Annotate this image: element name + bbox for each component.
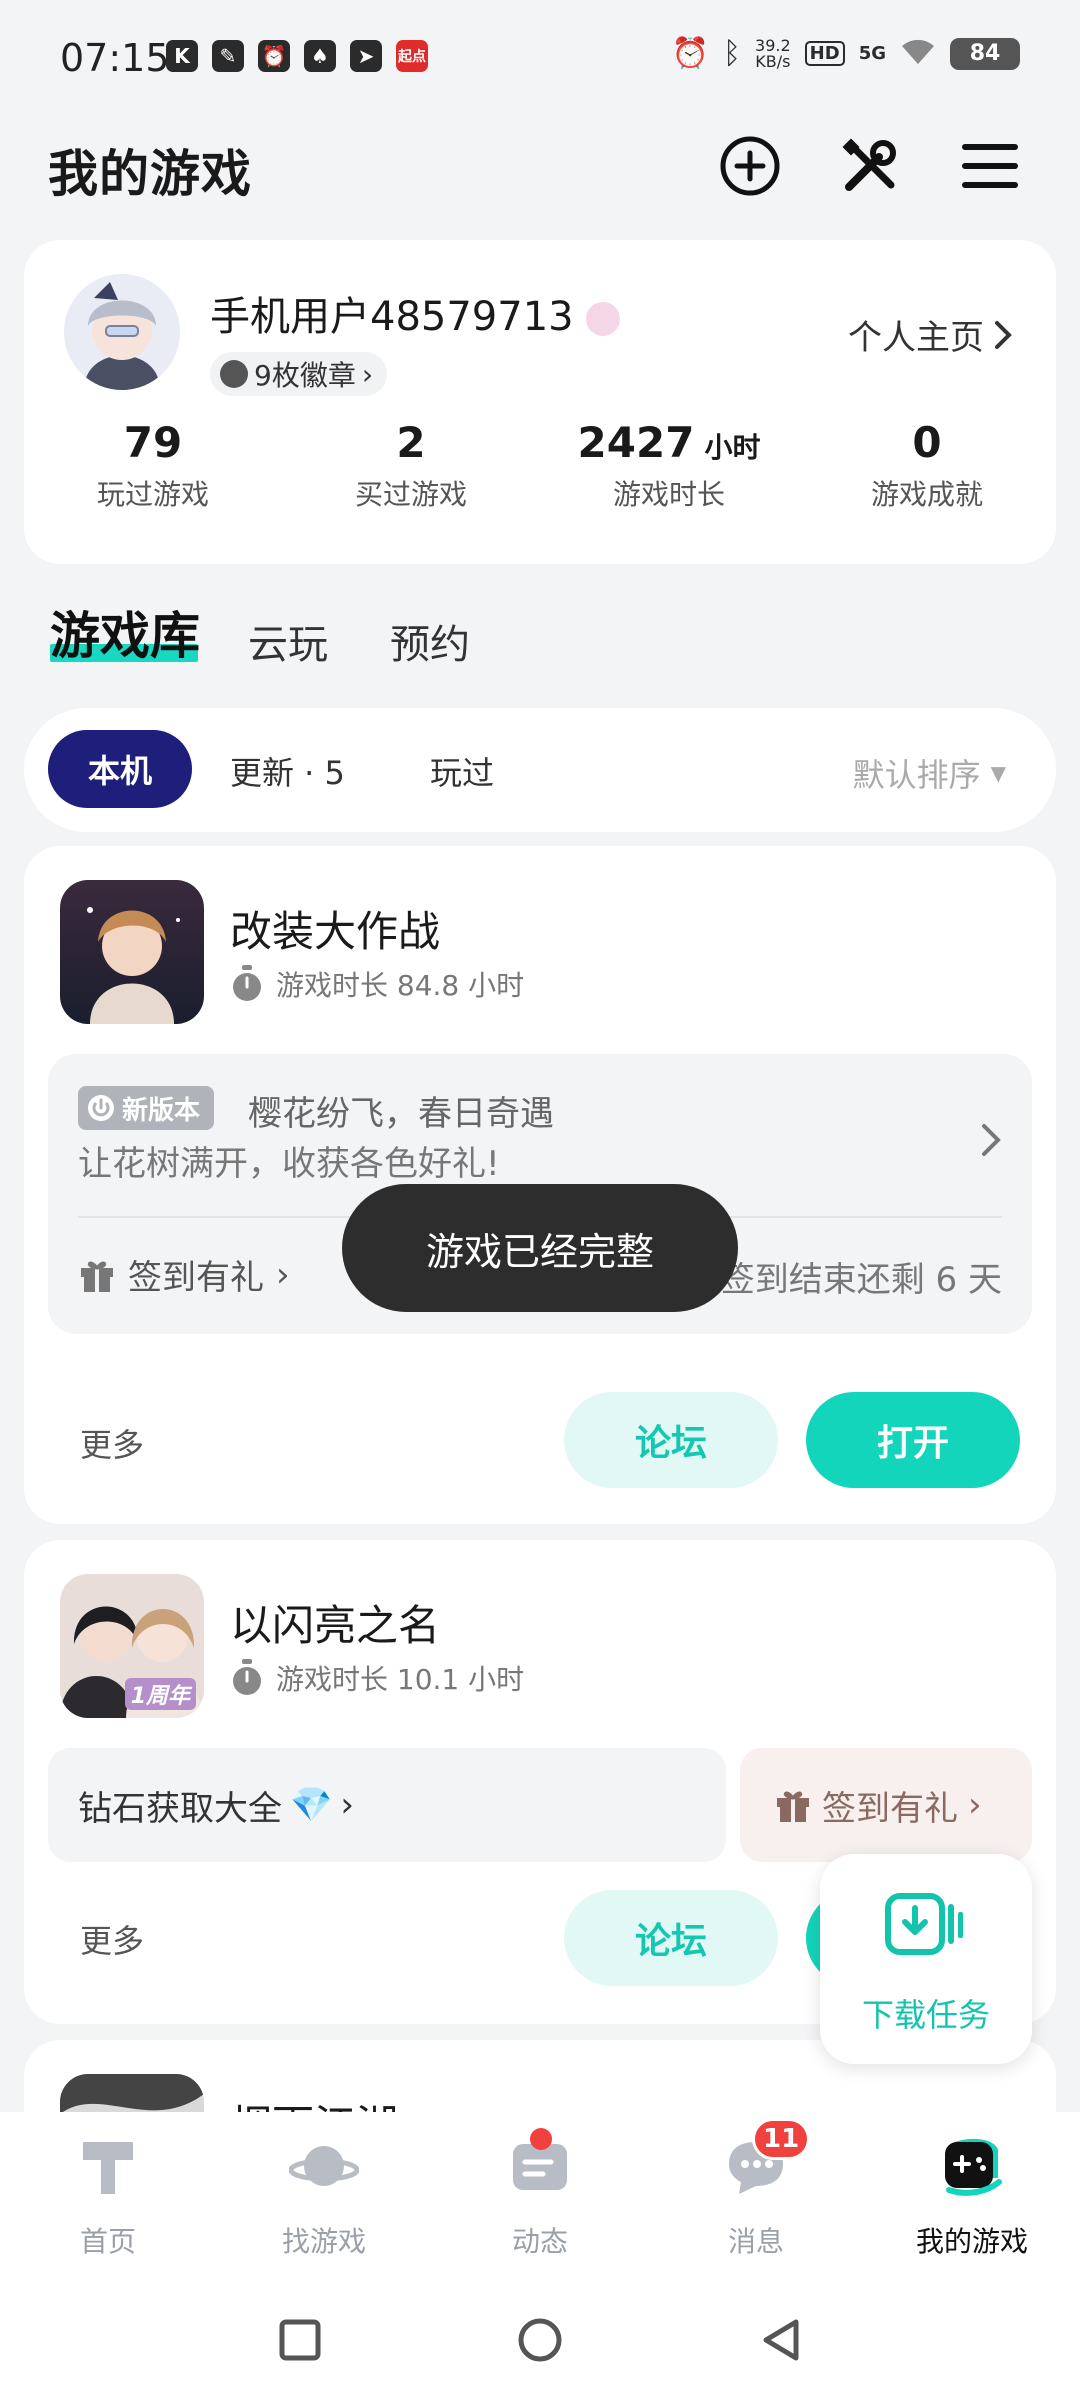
diamond-guide-link[interactable]: 钻石获取大全 💎 ›	[48, 1748, 726, 1862]
caret-down-icon: ▼	[990, 761, 1006, 785]
game-name: 以闪亮之名	[230, 1601, 441, 1650]
filter-played[interactable]: 玩过	[430, 748, 494, 794]
profile-sticker-icon	[586, 302, 621, 336]
profile-card: 手机用户48579713 9枚徽章 › 个人主页 79 玩过游戏 2 买过游戏 …	[24, 240, 1056, 564]
nav-find-games[interactable]: 找游戏	[216, 2112, 432, 2280]
open-game-button[interactable]: 打开	[806, 1392, 1020, 1488]
nav-feed[interactable]: 动态	[432, 2112, 648, 2280]
username: 手机用户48579713	[210, 284, 621, 342]
forum-button[interactable]: 论坛	[564, 1890, 778, 1986]
badges-chip[interactable]: 9枚徽章 ›	[210, 352, 388, 396]
filter-local[interactable]: 本机	[48, 730, 192, 808]
tools-button[interactable]	[838, 134, 902, 198]
gift-icon	[777, 1791, 809, 1822]
square-icon	[279, 2319, 321, 2361]
k-app-icon: K	[166, 40, 198, 72]
avatar[interactable]	[64, 274, 180, 390]
back-button[interactable]	[748, 2308, 812, 2372]
add-button[interactable]	[718, 134, 782, 198]
toast-message: 游戏已经完整	[342, 1184, 738, 1312]
page-title: 我的游戏	[48, 145, 252, 203]
stat-played-games[interactable]: 79 玩过游戏	[24, 418, 282, 513]
checkin-countdown: 签到结束还剩 6 天	[720, 1260, 1002, 1300]
net-speed: 39.2 KB/s	[755, 35, 791, 71]
chevron-right-icon: ›	[276, 1254, 290, 1295]
forum-button[interactable]: 论坛	[564, 1392, 778, 1488]
hd-icon: HD	[804, 41, 845, 66]
qidian-app-icon: 起点	[396, 40, 428, 72]
send-app-icon: ➤	[350, 40, 382, 72]
nav-messages[interactable]: 11 消息	[648, 2112, 864, 2280]
recents-button[interactable]	[268, 2308, 332, 2372]
battery-indicator: 84	[950, 37, 1020, 70]
tab-cloud-play[interactable]: 云玩	[248, 612, 328, 670]
chevron-right-icon	[995, 320, 1012, 349]
wifi-icon	[900, 38, 936, 70]
stopwatch-icon	[233, 1659, 261, 1695]
nav-home[interactable]: 首页	[0, 2112, 216, 2280]
diamond-icon: 💎	[290, 1785, 333, 1825]
stat-achievements[interactable]: 0 游戏成就	[798, 418, 1056, 513]
gift-icon	[81, 1261, 113, 1292]
event-title: 樱花纷飞，春日奇遇	[248, 1094, 554, 1134]
messages-count-badge: 11	[752, 2118, 811, 2160]
alarm-icon: ⏰	[671, 36, 710, 71]
download-tasks-button[interactable]: 下载任务	[820, 1854, 1032, 2064]
chevron-right-icon: ›	[340, 1785, 354, 1825]
personal-homepage-link[interactable]: 个人主页	[848, 310, 1012, 359]
event-description: 让花树满开，收获各色好礼!	[78, 1144, 500, 1184]
sort-dropdown[interactable]: 默认排序 ▼	[853, 750, 1006, 796]
menu-icon	[962, 144, 1018, 188]
home-button[interactable]	[508, 2308, 572, 2372]
checkin-reward-link[interactable]: 签到有礼 ›	[740, 1748, 1032, 1862]
medal-icon	[220, 360, 248, 388]
game-icon[interactable]	[60, 880, 204, 1024]
signal-5g-icon: 5G	[858, 43, 886, 64]
tab-game-library[interactable]: 游戏库	[50, 596, 200, 668]
power-icon	[88, 1095, 114, 1121]
stat-play-time[interactable]: 2427 小时 游戏时长	[540, 418, 798, 513]
tab-reservation[interactable]: 预约	[390, 612, 470, 670]
anniversary-label: 1周年	[124, 1678, 196, 1710]
filter-updates[interactable]: 更新 · 5	[230, 748, 345, 794]
checkin-reward-link[interactable]: 签到有礼 ›	[78, 1250, 290, 1299]
game-icon[interactable]: 1周年	[60, 1574, 204, 1718]
system-navigation-bar	[0, 2280, 1080, 2400]
nav-my-games[interactable]: 我的游戏	[864, 2112, 1080, 2280]
more-button[interactable]: 更多	[80, 1420, 144, 1466]
new-version-tag: 新版本	[78, 1086, 215, 1130]
circle-icon	[518, 2318, 562, 2362]
chevron-right-icon	[982, 1124, 1001, 1156]
more-button[interactable]: 更多	[80, 1916, 144, 1962]
stat-bought-games[interactable]: 2 买过游戏	[282, 418, 540, 513]
back-triangle-icon	[763, 2319, 799, 2361]
feed-notification-dot	[530, 2128, 552, 2150]
bluetooth-icon: ᛒ	[723, 36, 742, 71]
notification-icons: K ✎ ⏰ ♠ ➤ 起点	[166, 40, 428, 72]
penguin-app-icon: ♠	[304, 40, 336, 72]
stopwatch-icon	[233, 965, 261, 1001]
planet-icon	[289, 2146, 359, 2186]
game-play-time: 游戏时长 84.8 小时	[230, 964, 524, 1004]
status-time: 07:15	[60, 36, 170, 80]
add-circle-icon	[720, 136, 780, 196]
menu-button[interactable]	[958, 134, 1022, 198]
chevron-right-icon: ›	[968, 1785, 982, 1825]
profile-stats: 79 玩过游戏 2 买过游戏 2427 小时 游戏时长 0 游戏成就	[24, 418, 1056, 513]
gamepad-icon	[945, 2138, 1002, 2196]
filter-bar: 本机 更新 · 5 玩过 默认排序 ▼	[24, 708, 1056, 832]
home-icon	[83, 2142, 133, 2194]
game-play-time: 游戏时长 10.1 小时	[230, 1658, 524, 1698]
system-status-icons: ⏰ ᛒ 39.2 KB/s HD 5G 84	[672, 36, 1020, 71]
status-bar: 07:15 K ✎ ⏰ ♠ ➤ 起点 ⏰ ᛒ 39.2 KB/s HD 5G 8…	[0, 0, 1080, 120]
leaf-app-icon: ✎	[212, 40, 244, 72]
chevron-right-icon: ›	[361, 357, 374, 391]
tools-icon	[842, 138, 896, 191]
bottom-navigation: 首页 找游戏 动态 11 消息 我的游戏	[0, 2112, 1080, 2280]
alarm-notif-icon: ⏰	[258, 40, 290, 72]
game-name: 改装大作战	[230, 907, 441, 956]
download-icon	[885, 1893, 963, 1955]
